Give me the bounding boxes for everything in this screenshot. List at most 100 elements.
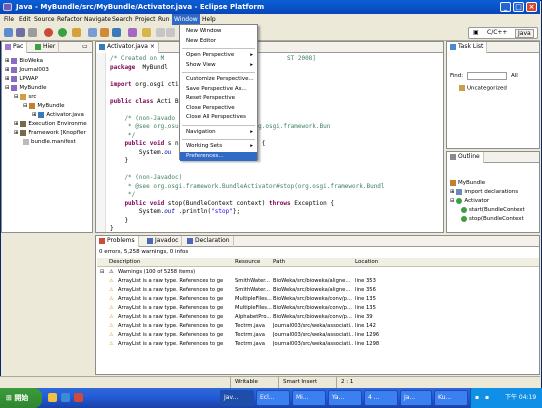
outline-item[interactable]: start(BundleContext bbox=[461, 206, 525, 214]
tab-javadoc[interactable]: Javadoc bbox=[144, 236, 183, 247]
window-menu-item[interactable]: Reset Perspective bbox=[180, 94, 257, 103]
tree-item[interactable]: ⊞ BioWeka bbox=[5, 57, 43, 65]
tree-item[interactable]: ⊞ Journal003 bbox=[5, 66, 49, 74]
taskbar-button[interactable]: Ku... bbox=[434, 390, 468, 406]
problem-location: line 39 bbox=[355, 314, 373, 320]
menu-run[interactable]: Run bbox=[156, 14, 172, 25]
run-icon[interactable] bbox=[58, 28, 67, 37]
tray-volume-icon[interactable]: ▪ bbox=[485, 388, 489, 408]
new-java-project-icon[interactable] bbox=[88, 28, 97, 37]
uncategorized-item[interactable]: Uncategorized bbox=[459, 85, 507, 92]
tray-clock[interactable]: 下午 04:19 bbox=[505, 388, 536, 408]
col-resource[interactable]: Resource bbox=[235, 258, 260, 267]
window-menu-item[interactable]: Save Perspective As... bbox=[180, 85, 257, 94]
perspective-java[interactable]: Java bbox=[515, 29, 534, 38]
window-menu-item[interactable]: Preferences... bbox=[180, 151, 257, 161]
open-type-icon[interactable] bbox=[128, 28, 137, 37]
minimize-view-icon[interactable]: ▭ bbox=[82, 42, 88, 52]
close-button[interactable]: × bbox=[526, 2, 537, 12]
tree-item[interactable]: ⊞ Activator.java bbox=[32, 111, 84, 119]
new-class-icon[interactable] bbox=[112, 28, 121, 37]
window-menu-item[interactable]: Customize Perspective... bbox=[180, 75, 257, 84]
tray-network-icon[interactable]: ▪ bbox=[475, 388, 479, 408]
open-perspective-icon[interactable]: ▣ bbox=[473, 29, 479, 36]
tab-hierarchy[interactable]: Hier bbox=[32, 42, 60, 53]
start-button[interactable]: ⊞ 開始 bbox=[0, 388, 42, 408]
col-location[interactable]: Location bbox=[355, 258, 378, 267]
problem-row[interactable]: ⚠ ArrayList is a raw type. References to … bbox=[97, 331, 539, 340]
tree-item[interactable]: bundle.manifest bbox=[23, 138, 76, 146]
new-icon[interactable] bbox=[4, 28, 13, 37]
menu-source[interactable]: Source bbox=[32, 14, 57, 25]
tab-outline[interactable]: Outline bbox=[447, 152, 484, 163]
back-icon[interactable] bbox=[156, 28, 165, 37]
outline-item[interactable]: MyBundle bbox=[450, 179, 485, 187]
window-menu-item[interactable]: New Editor bbox=[180, 37, 257, 46]
find-input[interactable] bbox=[467, 72, 507, 80]
filter-all-dropdown[interactable]: All bbox=[511, 73, 518, 79]
tree-item[interactable]: ⊟ src bbox=[14, 93, 36, 101]
taskbar-button[interactable]: Ya... bbox=[328, 390, 362, 406]
outline-item[interactable]: stop(BundleContext bbox=[461, 215, 524, 223]
quick-launch-ie-icon[interactable] bbox=[61, 393, 70, 402]
tree-item[interactable]: ⊟ MyBundle bbox=[5, 84, 47, 92]
tab-problems[interactable]: Problems bbox=[96, 236, 139, 247]
window-menu-item[interactable]: Close Perspective bbox=[180, 104, 257, 113]
problem-row[interactable]: ⚠ ArrayList is a raw type. References to … bbox=[97, 295, 539, 304]
window-menu-item[interactable]: Open Perspective ▸ bbox=[180, 51, 257, 60]
window-menu-item[interactable]: Show View ▸ bbox=[180, 61, 257, 70]
tree-item[interactable]: ⊟ MyBundle bbox=[23, 102, 65, 110]
taskbar-button[interactable]: Ecl... bbox=[256, 390, 290, 406]
quick-launch-app-icon[interactable] bbox=[74, 393, 83, 402]
imports-icon bbox=[456, 188, 463, 195]
new-package-icon[interactable] bbox=[100, 28, 109, 37]
problem-row[interactable]: ⚠ ArrayList is a raw type. References to … bbox=[97, 304, 539, 313]
window-menu-item[interactable]: Navigation ▸ bbox=[180, 128, 257, 137]
menu-search[interactable]: Search bbox=[110, 14, 135, 25]
problem-row[interactable]: ⚠ ArrayList is a raw type. References to … bbox=[97, 322, 539, 331]
taskbar-button[interactable]: Ja... bbox=[400, 390, 432, 406]
tab-declaration[interactable]: Declaration bbox=[184, 236, 234, 247]
problem-row[interactable]: ⚠ ArrayList is a raw type. References to … bbox=[97, 313, 539, 322]
perspective-cc[interactable]: C/C++ bbox=[487, 29, 507, 36]
window-menu-item[interactable]: New Window bbox=[180, 27, 257, 36]
tree-item[interactable]: ⊞ LPWAP bbox=[5, 75, 38, 83]
problem-row[interactable]: ⚠ ArrayList is a raw type. References to … bbox=[97, 277, 539, 286]
col-description[interactable]: Description bbox=[109, 258, 140, 267]
taskbar-button[interactable]: Jav... bbox=[220, 390, 254, 406]
tab-activator-java[interactable]: Activator.java × bbox=[96, 42, 159, 53]
menu-navigate[interactable]: Navigate bbox=[82, 14, 113, 25]
tree-item[interactable]: ⊞ Execution Environme bbox=[14, 120, 87, 128]
menu-edit[interactable]: Edit bbox=[17, 14, 33, 25]
quick-launch-folder-icon[interactable] bbox=[48, 393, 57, 402]
problems-rows: ⚠ ArrayList is a raw type. References to … bbox=[96, 277, 539, 373]
external-tools-icon[interactable] bbox=[72, 28, 81, 37]
minimize-button[interactable]: _ bbox=[500, 2, 511, 12]
window-menu-item[interactable]: Close All Perspectives bbox=[180, 113, 257, 122]
taskbar-button[interactable]: Mi... bbox=[292, 390, 326, 406]
tab-package-explorer[interactable]: Pac bbox=[2, 42, 28, 53]
outline-item[interactable]: ⊟ Activator bbox=[450, 197, 489, 205]
tree-item[interactable]: ⊞ Framework [Knopfler bbox=[14, 129, 86, 137]
taskbar-button[interactable]: 4 ... bbox=[364, 390, 398, 406]
forward-icon[interactable] bbox=[166, 28, 175, 37]
code-area[interactable]: /* Created on M ST 2008] package MyBundl i… bbox=[110, 54, 443, 232]
java-file-icon bbox=[38, 111, 45, 118]
window-menu-item[interactable]: Working Sets ▸ bbox=[180, 142, 257, 151]
menu-refactor[interactable]: Refactor bbox=[55, 14, 84, 25]
maximize-button[interactable]: □ bbox=[513, 2, 524, 12]
tab-task-list[interactable]: Task List bbox=[447, 42, 488, 53]
menu-project[interactable]: Project bbox=[133, 14, 158, 25]
print-icon[interactable] bbox=[28, 28, 37, 37]
warnings-group-row[interactable]: ⊟ ⚠ Warnings (100 of 5258 items) bbox=[97, 268, 539, 277]
problem-row[interactable]: ⚠ ArrayList is a raw type. References to … bbox=[97, 286, 539, 295]
window-title: Java - MyBundle/src/MyBundle/Activator.j… bbox=[16, 3, 265, 11]
outline-item[interactable]: ⊞ import declarations bbox=[450, 188, 518, 196]
col-path[interactable]: Path bbox=[273, 258, 285, 267]
debug-icon[interactable] bbox=[44, 28, 53, 37]
search-icon[interactable] bbox=[142, 28, 151, 37]
problem-row[interactable]: ⚠ ArrayList is a raw type. References to … bbox=[97, 340, 539, 349]
menu-file[interactable]: File bbox=[2, 14, 16, 25]
save-icon[interactable] bbox=[16, 28, 25, 37]
